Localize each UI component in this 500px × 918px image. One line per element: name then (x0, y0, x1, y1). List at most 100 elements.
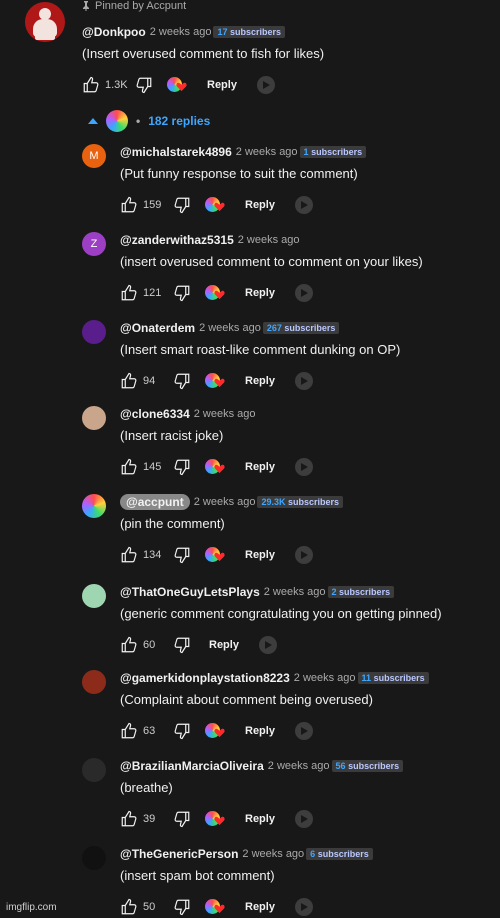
more-options-icon[interactable] (294, 284, 313, 302)
thumbs-up-icon[interactable] (120, 372, 138, 390)
comment-text: (Insert smart roast-like comment dunking… (120, 342, 401, 357)
reply-comment: Z @zanderwithaz5315 2 weeks ago (insert ove… (82, 232, 423, 303)
avatar[interactable] (82, 494, 106, 518)
creator-heart-icon (205, 284, 227, 302)
more-options-icon[interactable] (256, 76, 275, 94)
more-options-icon[interactable] (294, 810, 313, 828)
comment-author[interactable]: @michalstarek4896 (120, 145, 232, 159)
more-options-icon[interactable] (294, 196, 313, 214)
reply-button[interactable]: Reply (245, 901, 275, 913)
comment-text: (Insert overused comment to fish for lik… (82, 46, 325, 61)
comment-time[interactable]: 2 weeks ago (294, 672, 356, 684)
like-count: 1.3K (105, 79, 128, 91)
reply-comment: @accpunt 2 weeks ago 29.3K subscribers (pin… (82, 494, 344, 565)
pin-icon (83, 1, 89, 11)
thumbs-down-icon[interactable] (135, 76, 153, 94)
thumbs-down-icon[interactable] (173, 458, 191, 476)
avatar[interactable] (82, 846, 106, 870)
comment-author[interactable]: @Onaterdem (120, 321, 195, 335)
pinned-indicator: Pinned by Accpunt (82, 0, 186, 12)
subscriber-badge: 17 subscribers (213, 26, 286, 38)
thumbs-down-icon[interactable] (173, 284, 191, 302)
avatar[interactable] (82, 406, 106, 430)
comment-time[interactable]: 2 weeks ago (236, 146, 298, 158)
reply-button[interactable]: Reply (245, 375, 275, 387)
like-count: 63 (143, 725, 156, 737)
comment-time[interactable]: 2 weeks ago (199, 322, 261, 334)
comment-text: (generic comment congratulating you on g… (120, 606, 442, 621)
subscriber-badge: 56 subscribers (331, 760, 404, 772)
comment-time[interactable]: 2 weeks ago (194, 408, 256, 420)
reply-button[interactable]: Reply (245, 199, 275, 211)
thumbs-up-icon[interactable] (120, 458, 138, 476)
avatar (106, 110, 128, 132)
thumbs-down-icon[interactable] (173, 372, 191, 390)
like-count: 50 (143, 901, 156, 913)
thumbs-up-icon[interactable] (120, 636, 138, 654)
thumbs-up-icon[interactable] (120, 810, 138, 828)
thumbs-up-icon[interactable] (120, 196, 138, 214)
comment-author[interactable]: @TheGenericPerson (120, 847, 238, 861)
reply-button[interactable]: Reply (245, 287, 275, 299)
thumbs-up-icon[interactable] (120, 546, 138, 564)
thumbs-down-icon[interactable] (173, 810, 191, 828)
comment-time[interactable]: 2 weeks ago (242, 848, 304, 860)
more-options-icon[interactable] (294, 546, 313, 564)
comment-author[interactable]: @accpunt (120, 494, 190, 510)
creator-heart-icon (205, 898, 227, 916)
more-options-icon[interactable] (258, 636, 277, 654)
creator-heart-icon (205, 458, 227, 476)
thumbs-up-icon[interactable] (120, 284, 138, 302)
replies-count[interactable]: 182 replies (148, 114, 210, 128)
comment-author[interactable]: @Donkpoo (82, 25, 146, 39)
thumbs-down-icon[interactable] (173, 546, 191, 564)
thumbs-up-icon[interactable] (120, 722, 138, 740)
replies-toggle[interactable]: • 182 replies (88, 110, 210, 132)
avatar-letter: M (89, 150, 99, 162)
thumbs-down-icon[interactable] (173, 196, 191, 214)
avatar[interactable] (82, 584, 106, 608)
reply-button[interactable]: Reply (209, 639, 239, 651)
comment-time[interactable]: 2 weeks ago (264, 586, 326, 598)
comment-text: (insert spam bot comment) (120, 868, 275, 883)
collapse-arrow-icon[interactable] (88, 118, 98, 124)
avatar[interactable]: Z (82, 232, 106, 256)
thumbs-down-icon[interactable] (173, 722, 191, 740)
thumbs-up-icon[interactable] (120, 898, 138, 916)
more-options-icon[interactable] (294, 372, 313, 390)
comment-author[interactable]: @gamerkidonplaystation8223 (120, 671, 290, 685)
more-options-icon[interactable] (294, 898, 313, 916)
more-options-icon[interactable] (294, 722, 313, 740)
creator-heart-icon (167, 76, 189, 94)
more-options-icon[interactable] (294, 458, 313, 476)
comment-time[interactable]: 2 weeks ago (194, 496, 256, 508)
reply-comment: M @michalstarek4896 2 weeks ago 1 subscribe… (82, 144, 367, 215)
avatar[interactable]: M (82, 144, 106, 168)
comment-author[interactable]: @ThatOneGuyLetsPlays (120, 585, 260, 599)
thumbs-down-icon[interactable] (173, 898, 191, 916)
avatar[interactable] (82, 320, 106, 344)
comment-author[interactable]: @clone6334 (120, 407, 190, 421)
reply-button[interactable]: Reply (245, 461, 275, 473)
comment-time[interactable]: 2 weeks ago (238, 234, 300, 246)
comment-text: (Complaint about comment being overused) (120, 692, 373, 707)
like-count: 94 (143, 375, 156, 387)
reply-button[interactable]: Reply (245, 549, 275, 561)
avatar[interactable] (25, 2, 65, 42)
comment-time[interactable]: 2 weeks ago (268, 760, 330, 772)
comment-time[interactable]: 2 weeks ago (150, 26, 212, 38)
reply-button[interactable]: Reply (207, 79, 237, 91)
reply-comment: @clone6334 2 weeks ago (Insert racist joke… (82, 406, 313, 477)
thumbs-up-icon[interactable] (82, 76, 100, 94)
comment-author[interactable]: @zanderwithaz5315 (120, 233, 234, 247)
reply-button[interactable]: Reply (245, 813, 275, 825)
comment-text: (insert overused comment to comment on y… (120, 254, 423, 269)
reply-button[interactable]: Reply (245, 725, 275, 737)
like-count: 60 (143, 639, 156, 651)
avatar[interactable] (82, 670, 106, 694)
top-comment: @Donkpoo 2 weeks ago 17 subscribers (Ins… (82, 24, 324, 95)
thumbs-down-icon[interactable] (173, 636, 191, 654)
like-count: 121 (143, 287, 162, 299)
avatar[interactable] (82, 758, 106, 782)
comment-author[interactable]: @BrazilianMarciaOliveira (120, 759, 264, 773)
